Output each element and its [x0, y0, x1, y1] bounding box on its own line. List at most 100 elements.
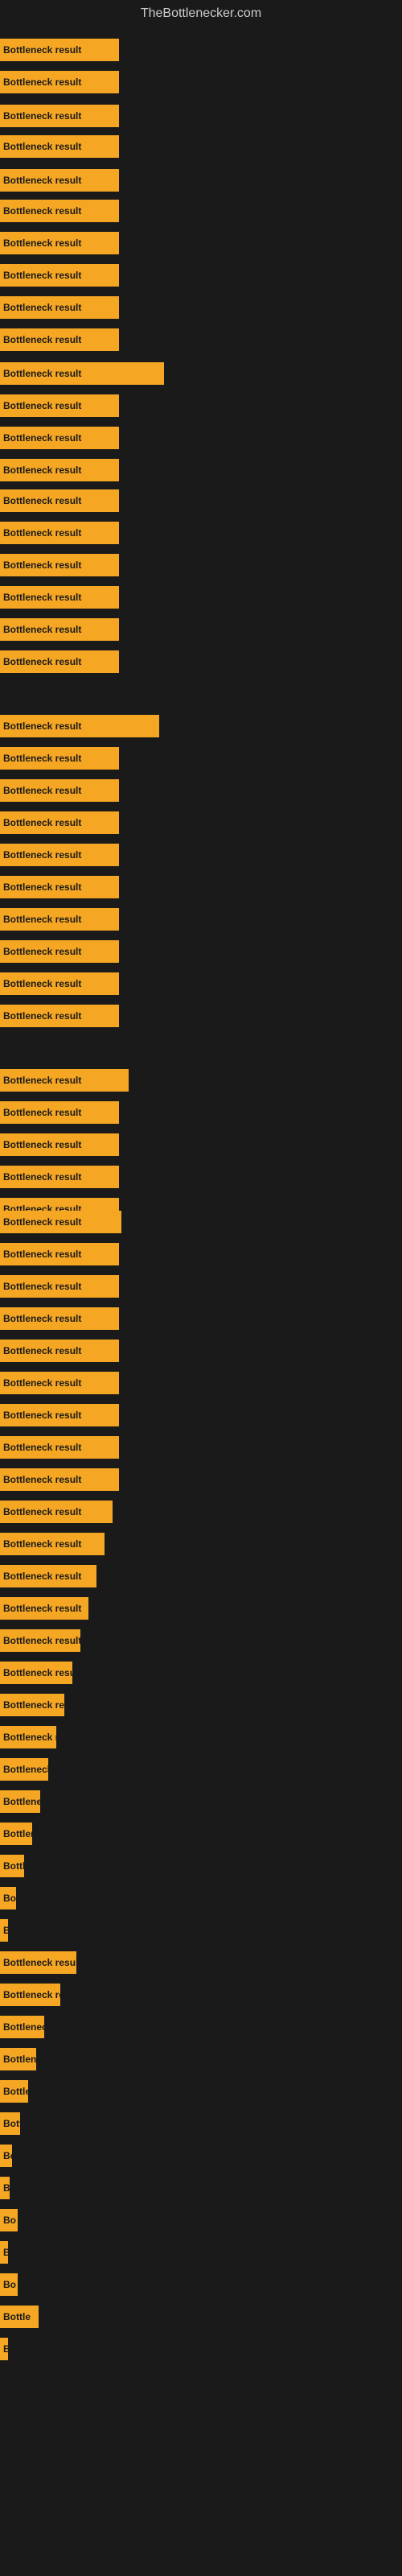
bottleneck-bar: Bottleneck result: [0, 1468, 119, 1491]
bottleneck-label: Bottleneck result: [3, 1410, 81, 1421]
bottleneck-bar: Bottleneck result: [0, 1533, 105, 1555]
bottleneck-bar: Bottleneck result: [0, 135, 119, 158]
bottleneck-label: Bottleneck result: [3, 76, 81, 88]
bottleneck-bar: Bottleneck result: [0, 1340, 119, 1362]
bottleneck-label: Bottleneck result: [3, 720, 81, 732]
bottleneck-bar: Bottleneck result: [0, 2016, 44, 2038]
bottleneck-label: Bottleneck result: [3, 1860, 24, 1872]
bottleneck-label: Bottleneck result: [3, 1075, 81, 1086]
bottleneck-bar: Bottleneck result: [0, 1790, 40, 1813]
bottleneck-bar: Bottleneck result: [0, 1726, 56, 1748]
bottleneck-bar: Bottleneck result: [0, 2145, 12, 2167]
bottleneck-label: Bottleneck result: [3, 817, 81, 828]
bottleneck-label: Bottleneck result: [3, 1474, 81, 1485]
bottleneck-label: Bottleneck result: [3, 1442, 81, 1453]
bottleneck-label: Bottleneck result: [3, 368, 81, 379]
bottleneck-bar: Bo: [0, 2273, 18, 2296]
bottleneck-bar: Bottleneck result: [0, 650, 119, 673]
bottleneck-bar: Bottleneck result: [0, 1597, 88, 1620]
bottleneck-label: Bottleneck result: [3, 946, 81, 957]
bottleneck-label: Bottleneck result: [3, 205, 81, 217]
bottleneck-bar: Bottleneck result: [0, 1823, 32, 1845]
bottleneck-bar: Bottleneck result: [0, 940, 119, 963]
bottleneck-label: Bottleneck result: [3, 1249, 81, 1260]
bottleneck-label: Bottleneck result: [3, 2021, 44, 2033]
bottleneck-bar: Bottleneck result: [0, 1307, 119, 1330]
bottleneck-bar: Bottleneck result: [0, 232, 119, 254]
bottleneck-bar: Bottleneck result: [0, 489, 119, 512]
bottleneck-bar: Bottleneck result: [0, 1404, 119, 1426]
bottleneck-label: Bottleneck result: [3, 656, 81, 667]
bottleneck-label: Bottleneck result: [3, 1893, 16, 1904]
bottleneck-label: Bo: [3, 2215, 16, 2226]
bottleneck-label: B: [3, 2343, 8, 2355]
bottleneck-bar: Bottleneck result: [0, 2080, 28, 2103]
bottleneck-label: Bottleneck result: [3, 1171, 81, 1183]
bottleneck-label: Bottleneck result: [3, 44, 81, 56]
bottleneck-label: Bottleneck result: [3, 978, 81, 989]
bottleneck-label: Bottleneck result: [3, 881, 81, 893]
bottleneck-label: Bottleneck result: [3, 2118, 20, 2129]
bottleneck-bar: Bottleneck result: [0, 264, 119, 287]
bottleneck-bar: Bottleneck result: [0, 715, 159, 737]
bottleneck-bar: Bottleneck result: [0, 972, 119, 995]
bottleneck-label: Bottleneck result: [3, 1635, 80, 1646]
bottleneck-bar: Bottleneck result: [0, 39, 119, 61]
bottleneck-bar: Bottleneck result: [0, 1243, 119, 1265]
bottleneck-label: Bottleneck result: [3, 1828, 32, 1839]
bottleneck-label: Bottleneck result: [3, 1957, 76, 1968]
bottleneck-label: B: [3, 2247, 8, 2258]
bottleneck-label: Bottleneck result: [3, 302, 81, 313]
bottleneck-label: Bo: [3, 2279, 16, 2290]
bottleneck-bar: Bottleneck result: [0, 1372, 119, 1394]
bottleneck-label: Bottleneck result: [3, 624, 81, 635]
bottleneck-bar: Bottleneck result: [0, 1629, 80, 1652]
bottleneck-bar: Bottleneck result: [0, 1919, 8, 1942]
bottleneck-label: Bottleneck result: [3, 1538, 81, 1550]
bottleneck-bar: Bottleneck result: [0, 1436, 119, 1459]
bottleneck-label: Bottleneck result: [3, 785, 81, 796]
bottleneck-label: Bottle: [3, 2311, 31, 2322]
bottleneck-bar: Bottleneck result: [0, 459, 119, 481]
bottleneck-label: Bottleneck result: [3, 1345, 81, 1356]
bottleneck-bar: Bottleneck result: [0, 328, 119, 351]
bottleneck-bar: Bottleneck result: [0, 618, 119, 641]
bottleneck-bar: Bottleneck result: [0, 71, 119, 93]
bottleneck-bar: Bottleneck result: [0, 427, 119, 449]
bottleneck-bar: Bottleneck result: [0, 908, 119, 931]
bottleneck-bar: Bottleneck result: [0, 296, 119, 319]
bottleneck-label: Bottleneck result: [3, 1281, 81, 1292]
bottleneck-bar: Bottleneck result: [0, 1501, 113, 1523]
bottleneck-label: Bottleneck result: [3, 400, 81, 411]
bottleneck-bar: B: [0, 2241, 8, 2264]
bottleneck-bar: Bottleneck result: [0, 1758, 48, 1781]
bottleneck-bar: Bottleneck result: [0, 2048, 36, 2070]
bottleneck-bar: Bottleneck result: [0, 1694, 64, 1716]
bottleneck-bar: Bottleneck result: [0, 586, 119, 609]
bottleneck-label: Bottleneck result: [3, 1107, 81, 1118]
bottleneck-label: Bottleneck result: [3, 1216, 81, 1228]
bottleneck-bar: Bottleneck result: [0, 1662, 72, 1684]
bottleneck-label: Bottleneck result: [3, 237, 81, 249]
bottleneck-bar: Bottleneck result: [0, 105, 119, 127]
bottleneck-label: Bottleneck result: [3, 464, 81, 476]
bottleneck-label: Bottleneck result: [3, 2086, 28, 2097]
bottleneck-bar: Bottleneck result: [0, 1101, 119, 1124]
bottleneck-label: Bottleneck result: [3, 1764, 48, 1775]
bottleneck-bar: Bottleneck result: [0, 1166, 119, 1188]
bottleneck-label: Bottleneck result: [3, 559, 81, 571]
bottleneck-label: Bottleneck result: [3, 592, 81, 603]
bottleneck-label: Bottleneck result: [3, 1603, 81, 1614]
bottleneck-bar: Bottleneck result: [0, 1984, 60, 2006]
bottleneck-label: Bottleneck result: [3, 1571, 81, 1582]
bottleneck-bar: Bottleneck result: [0, 1005, 119, 1027]
bottleneck-bar: Bottleneck result: [0, 169, 119, 192]
bottleneck-bar: Bottleneck result: [0, 2112, 20, 2135]
bottleneck-bar: Bottleneck result: [0, 1211, 121, 1233]
bottleneck-label: Bottleneck result: [3, 2150, 12, 2161]
bottleneck-bar: Bottleneck result: [0, 1133, 119, 1156]
bottleneck-label: Bottleneck result: [3, 1925, 8, 1936]
bottleneck-bar: Bottleneck result: [0, 1565, 96, 1587]
bottleneck-label: Bottleneck result: [3, 1313, 81, 1324]
bottleneck-label: B: [3, 2182, 10, 2194]
